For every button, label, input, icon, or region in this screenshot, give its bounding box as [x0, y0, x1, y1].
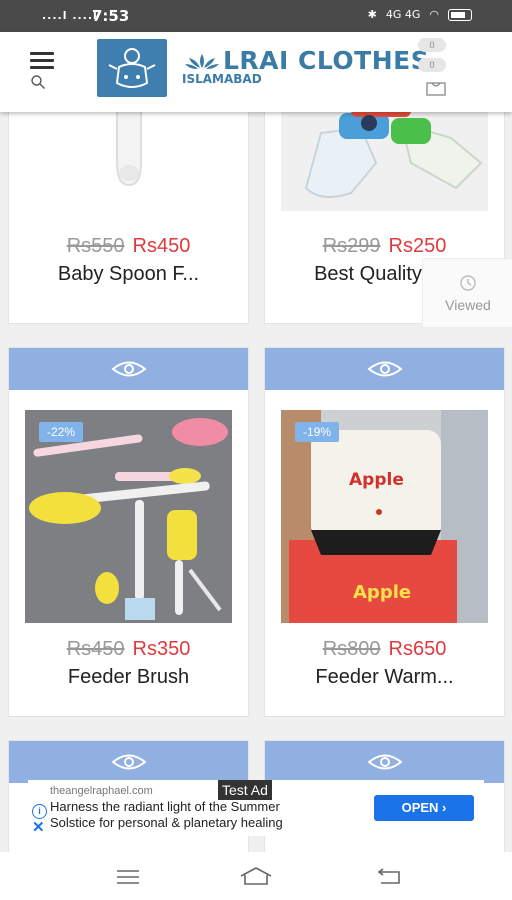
recently-viewed-tab[interactable]: Viewed	[422, 258, 512, 328]
lotus-icon	[185, 53, 219, 69]
wifi-icon: ◠	[429, 8, 439, 21]
quick-view-bar[interactable]	[9, 741, 248, 783]
ad-banner[interactable]: theangelraphael.com Test Ad i ✕ Harness …	[28, 780, 484, 836]
network-type: 4G 4G	[385, 8, 421, 21]
old-price: Rs450	[66, 638, 125, 660]
discount-badge: -22%	[39, 422, 84, 442]
home-icon[interactable]	[239, 866, 273, 886]
price-row: Rs299 Rs250	[265, 235, 504, 258]
sale-price: Rs250	[388, 235, 447, 257]
viewed-icon	[460, 275, 476, 291]
ad-open-label: OPEN	[401, 800, 439, 815]
price-row: Rs550 Rs450	[9, 235, 248, 258]
eye-icon	[366, 361, 403, 377]
battery-icon	[448, 8, 472, 21]
product-name[interactable]: Feeder Brush	[9, 666, 248, 689]
product-name[interactable]: Feeder Warm...	[265, 666, 504, 689]
ad-headline[interactable]: Harness the radiant light of the Summer	[50, 799, 280, 814]
quick-view-bar[interactable]	[9, 348, 248, 390]
product-image[interactable]	[281, 112, 488, 211]
viewed-label: Viewed	[445, 297, 491, 313]
product-card[interactable]: Apple Apple -19% Rs800 Rs650 Feeder Warm.…	[264, 347, 505, 717]
eye-icon	[110, 754, 147, 770]
baby-logo-icon[interactable]	[97, 39, 167, 97]
product-image-label: Apple	[349, 470, 404, 490]
search-icon[interactable]	[30, 74, 46, 90]
bluetooth-icon: ✱	[367, 8, 377, 21]
product-name[interactable]: Baby Spoon F...	[9, 263, 248, 286]
recent-apps-icon[interactable]	[116, 869, 140, 885]
svg-text:Apple: Apple	[353, 582, 411, 603]
back-icon[interactable]	[377, 868, 403, 886]
sale-price: Rs350	[132, 638, 191, 660]
old-price: Rs800	[322, 638, 381, 660]
cart-count-badge[interactable]: 0	[418, 58, 446, 72]
ad-description[interactable]: Solstice for personal & planetary healin…	[50, 815, 283, 830]
old-price: Rs550	[66, 235, 125, 257]
test-ad-label: Test Ad	[218, 780, 272, 800]
product-card[interactable]: -22% Rs450 Rs350 Feeder Brush	[8, 347, 249, 717]
product-grid: Rs550 Rs450 Baby Spoon F... Rs299 Rs250 Be…	[0, 112, 512, 852]
signal-icon: ....l ....l	[42, 9, 98, 22]
product-image[interactable]	[25, 112, 232, 213]
ad-domain: theangelraphael.com	[50, 785, 153, 797]
status-bar: ....l ....l 7:53 ✱ 4G 4G ◠	[0, 0, 512, 32]
old-price: Rs299	[322, 235, 381, 257]
status-time: 7:53	[92, 7, 130, 25]
eye-icon	[366, 754, 403, 770]
product-card[interactable]: Rs550 Rs450 Baby Spoon F...	[8, 112, 249, 324]
quick-view-bar[interactable]	[265, 348, 504, 390]
system-nav-bar	[0, 852, 512, 900]
brand-logo[interactable]: LRAI CLOTHES ISLAMABAD	[182, 46, 430, 86]
price-row: Rs800 Rs650	[265, 638, 504, 661]
sale-price: Rs650	[388, 638, 447, 660]
ad-close-icon[interactable]: ✕	[32, 818, 45, 836]
ad-open-button[interactable]: OPEN ›	[374, 795, 474, 821]
product-image[interactable]: Apple Apple -19%	[281, 410, 488, 623]
brand-name: LRAI CLOTHES	[223, 46, 430, 75]
hamburger-menu-icon[interactable]	[30, 52, 54, 70]
product-image[interactable]: -22%	[25, 410, 232, 623]
app-header: LRAI CLOTHES ISLAMABAD 0 0	[0, 32, 512, 112]
price-row: Rs450 Rs350	[9, 638, 248, 661]
quick-view-bar[interactable]	[265, 741, 504, 783]
sale-price: Rs450	[132, 235, 191, 257]
discount-badge: -19%	[295, 422, 340, 442]
ad-info-icon[interactable]: i	[32, 804, 47, 819]
eye-icon	[110, 361, 147, 377]
wishlist-count-badge[interactable]: 0	[418, 38, 446, 52]
cart-icon[interactable]	[426, 80, 446, 96]
